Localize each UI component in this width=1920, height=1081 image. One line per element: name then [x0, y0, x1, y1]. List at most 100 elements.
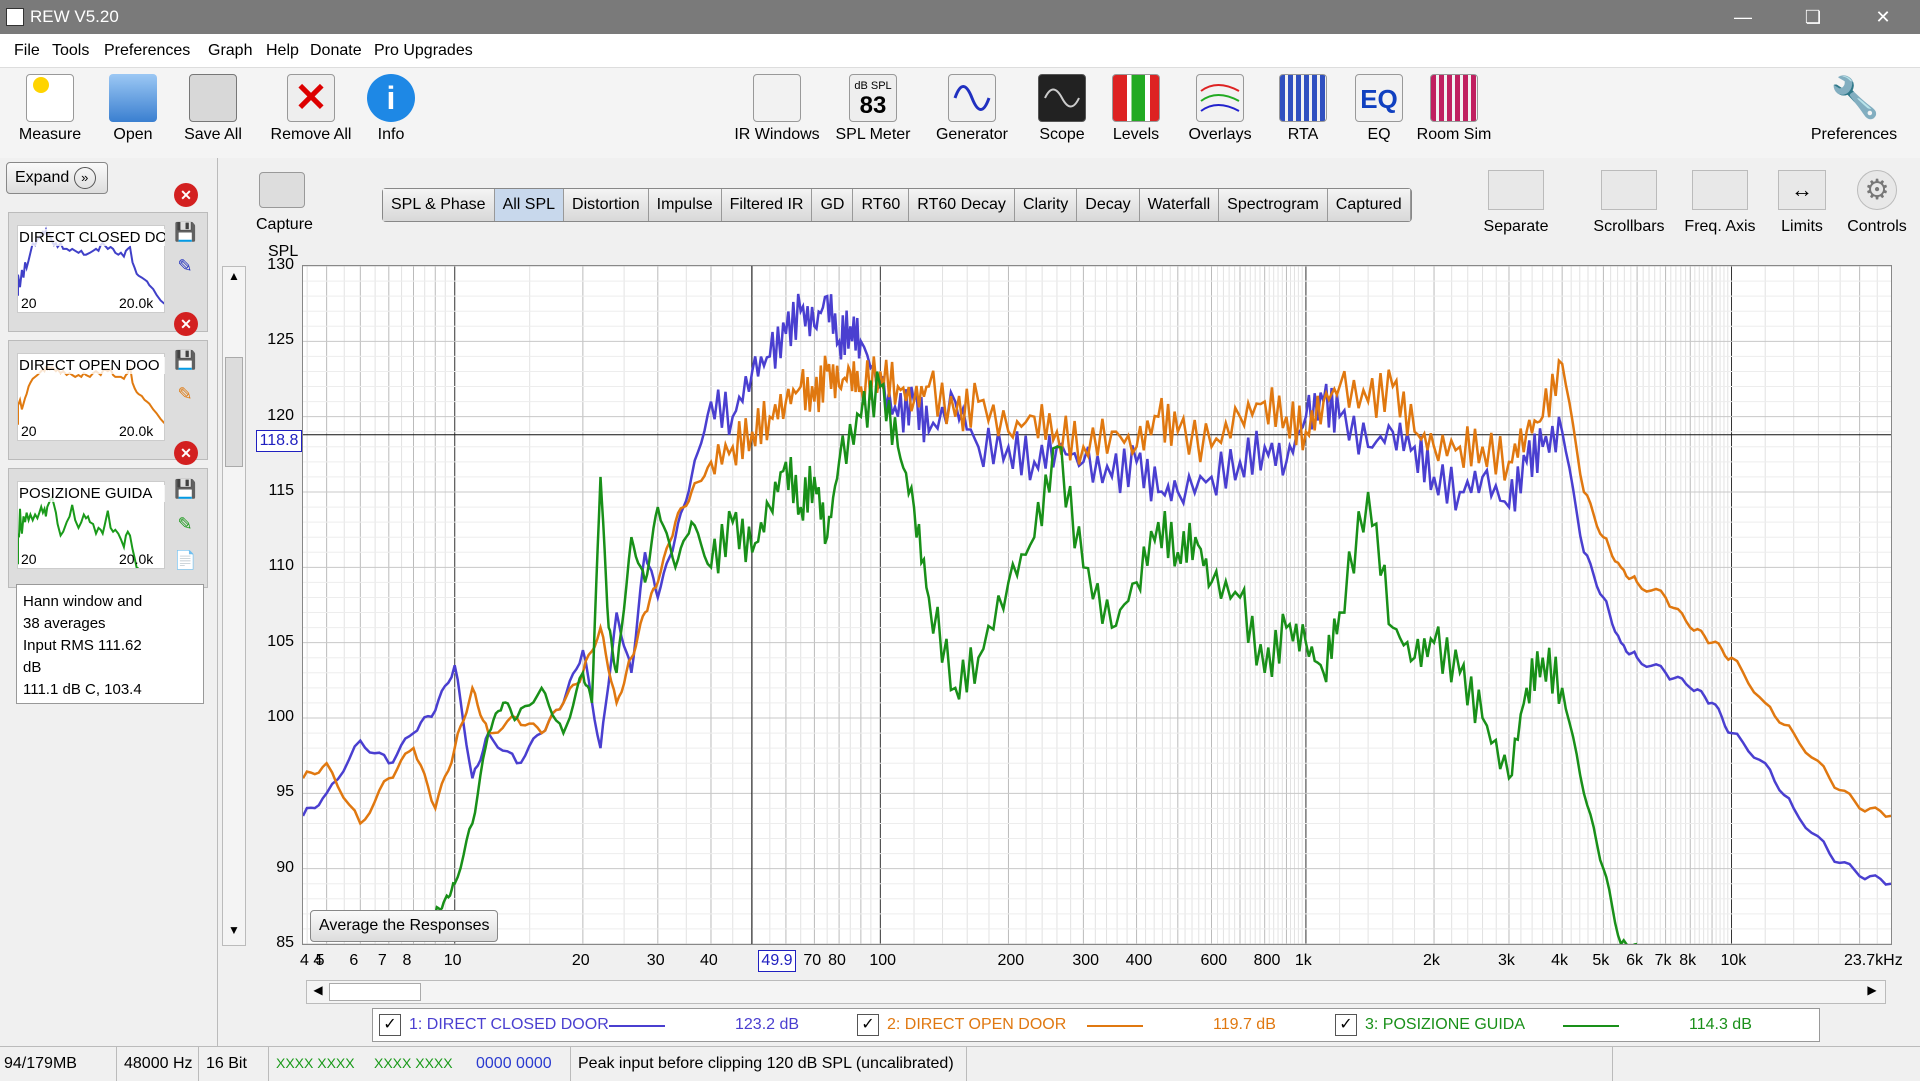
remove-measurement-1-icon[interactable]: ✕: [174, 183, 198, 207]
spl-plot[interactable]: [301, 265, 1892, 950]
rta-button[interactable]: RTA: [1278, 74, 1328, 144]
preferences-button[interactable]: 🔧 Preferences: [1804, 74, 1904, 144]
save-measurement-3-icon[interactable]: 💾: [174, 479, 196, 501]
x-tick-label: 40: [699, 952, 718, 969]
save-all-button[interactable]: Save All: [178, 74, 248, 144]
notes-icon[interactable]: 📄: [174, 550, 196, 572]
y-tick-label: 100: [267, 708, 294, 725]
save-icon: [189, 74, 237, 122]
menu-preferences[interactable]: Preferences: [104, 42, 190, 60]
pencil-1-icon[interactable]: ✎: [174, 256, 196, 278]
tab-spl-phase[interactable]: SPL & Phase: [383, 189, 495, 221]
y-tick-label: 90: [276, 858, 294, 876]
levels-button[interactable]: Levels: [1106, 74, 1166, 144]
freq-axis-button[interactable]: Freq. Axis: [1680, 170, 1760, 236]
vertical-scroll-thumb[interactable]: [225, 357, 243, 467]
measurement-notes[interactable]: Hann window and 38 averages Input RMS 11…: [16, 584, 204, 704]
horizontal-scrollbar[interactable]: ◀ ▶: [306, 980, 1886, 1004]
scroll-up-icon[interactable]: ▲: [225, 269, 243, 287]
pencil-3-icon[interactable]: ✎: [174, 514, 196, 536]
tab-decay[interactable]: Decay: [1077, 189, 1140, 221]
tab-captured[interactable]: Captured: [1327, 189, 1411, 221]
x-tick-label: 100: [869, 952, 897, 969]
remove-measurement-2-icon[interactable]: ✕: [174, 312, 198, 336]
status-bar: 94/179MB 48000 Hz 16 Bit XXXX XXXX XXXX …: [0, 1046, 1920, 1081]
legend-checkbox-3[interactable]: ✓: [1335, 1014, 1357, 1036]
x-tick-label: 5: [315, 952, 325, 969]
x-tick-label: 8k: [1679, 952, 1697, 969]
overlays-button[interactable]: Overlays: [1182, 74, 1258, 144]
x-tick-label: 200: [997, 952, 1025, 969]
eq-button[interactable]: EQ EQ: [1354, 74, 1404, 144]
x-tick-label: 800: [1253, 952, 1281, 969]
tab-clarity[interactable]: Clarity: [1014, 189, 1078, 221]
y-tick-label: 110: [268, 557, 294, 575]
pencil-2-icon[interactable]: ✎: [174, 384, 196, 406]
measurement-name[interactable]: POSIZIONE GUIDA: [19, 485, 165, 502]
status-meter-b: XXXX XXXX: [374, 1055, 453, 1071]
menu-tools[interactable]: Tools: [52, 42, 89, 60]
room-sim-button[interactable]: Room Sim: [1416, 74, 1492, 144]
vertical-scrollbar[interactable]: ▲ ▼: [222, 266, 246, 946]
tab-rt60-decay[interactable]: RT60 Decay: [909, 189, 1015, 221]
legend-label-1: 1: DIRECT CLOSED DOOR: [409, 1016, 609, 1033]
x-tick-label: 5k: [1592, 952, 1610, 969]
legend-checkbox-2[interactable]: ✓: [857, 1014, 879, 1036]
horizontal-scroll-thumb[interactable]: [329, 983, 421, 1001]
menu-pro-upgrades[interactable]: Pro Upgrades: [374, 42, 473, 60]
menu-bar: File Tools Preferences Graph Help Donate…: [0, 34, 1920, 68]
scrollbars-button[interactable]: Scrollbars: [1586, 170, 1672, 236]
tab-rt60[interactable]: RT60: [853, 189, 910, 221]
remove-icon: ✕: [287, 74, 335, 122]
tab-all-spl[interactable]: All SPL: [494, 189, 565, 221]
generator-button[interactable]: Generator: [934, 74, 1010, 144]
tab-gd[interactable]: GD: [812, 189, 854, 221]
spl-meter-button[interactable]: dB SPL 83 SPL Meter: [834, 74, 912, 144]
x-tick-label: 70: [803, 952, 822, 969]
minimize-button[interactable]: —: [1720, 0, 1766, 34]
measurement-name[interactable]: DIRECT CLOSED DO: [19, 229, 165, 246]
menu-help[interactable]: Help: [266, 42, 299, 60]
info-button[interactable]: i Info: [366, 74, 416, 144]
legend-checkbox-1[interactable]: ✓: [379, 1014, 401, 1036]
menu-donate[interactable]: Donate: [310, 42, 362, 60]
x-tick-label: 80: [828, 952, 846, 969]
capture-button[interactable]: Capture: [256, 172, 313, 234]
controls-button[interactable]: ⚙ Controls: [1842, 170, 1912, 236]
close-window-button[interactable]: ✕: [1860, 0, 1906, 34]
scope-button[interactable]: Scope: [1032, 74, 1092, 144]
scroll-right-icon[interactable]: ▶: [1863, 983, 1881, 1001]
x-tick-label: 300: [1072, 952, 1100, 969]
remove-measurement-3-icon[interactable]: ✕: [174, 441, 198, 465]
measure-button[interactable]: Measure: [14, 74, 86, 144]
save-measurement-1-icon[interactable]: 💾: [174, 222, 196, 244]
average-responses-button[interactable]: Average the Responses: [310, 910, 499, 942]
tab-filtered-ir[interactable]: Filtered IR: [721, 189, 813, 221]
open-button[interactable]: Open: [102, 74, 164, 144]
scroll-down-icon[interactable]: ▼: [225, 923, 243, 941]
overlays-icon: [1196, 74, 1244, 122]
measurement-name[interactable]: DIRECT OPEN DOO: [19, 357, 165, 374]
legend-value-2: 119.7 dB: [1213, 1016, 1276, 1033]
tab-spectrogram[interactable]: Spectrogram: [1219, 189, 1328, 221]
levels-icon: [1112, 74, 1160, 122]
tab-impulse[interactable]: Impulse: [648, 189, 722, 221]
rta-icon: [1279, 74, 1327, 122]
limits-icon: ↔: [1778, 170, 1826, 210]
scroll-left-icon[interactable]: ◀: [309, 983, 327, 1001]
limits-button[interactable]: ↔ Limits: [1774, 170, 1830, 236]
remove-all-button[interactable]: ✕ Remove All: [264, 74, 358, 144]
save-measurement-2-icon[interactable]: 💾: [174, 350, 196, 372]
menu-file[interactable]: File: [14, 42, 40, 60]
menu-graph[interactable]: Graph: [208, 42, 252, 60]
tab-distortion[interactable]: Distortion: [564, 189, 649, 221]
ir-windows-button[interactable]: IR Windows: [732, 74, 822, 144]
x-tick-label: 7k: [1654, 952, 1672, 969]
spl-graph[interactable]: [301, 265, 1892, 950]
tab-waterfall[interactable]: Waterfall: [1139, 189, 1220, 221]
expand-button[interactable]: Expand »: [6, 162, 108, 194]
legend-label-2: 2: DIRECT OPEN DOOR: [887, 1016, 1067, 1033]
legend-value-1: 123.2 dB: [735, 1016, 800, 1033]
separate-button[interactable]: Separate: [1478, 170, 1554, 236]
restore-button[interactable]: ❏: [1790, 0, 1836, 34]
